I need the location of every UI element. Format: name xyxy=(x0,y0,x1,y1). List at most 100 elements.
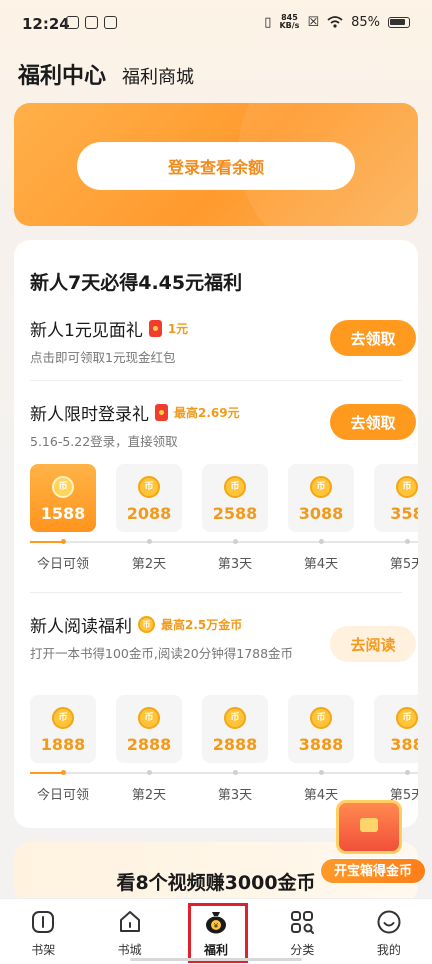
task-reading-welfare: 新人阅读福利 币 最高2.5万金币 打开一本书得100金币,阅读20分钟得178… xyxy=(30,612,310,663)
red-packet-icon xyxy=(155,404,168,421)
wifi-icon xyxy=(327,16,343,28)
coin-icon: 币 xyxy=(396,476,418,498)
login-banner: 登录查看余额 xyxy=(14,103,418,226)
status-time: 12:24 xyxy=(22,15,70,33)
task-reading-tag: 最高2.5万金币 xyxy=(161,618,243,632)
coin-icon: 币 xyxy=(224,707,246,729)
chest-lock-icon xyxy=(360,818,378,832)
tab-bookstore-label: 书城 xyxy=(117,943,142,957)
profile-smile-icon xyxy=(377,910,401,934)
progress-dot xyxy=(405,539,410,544)
reading-day-amount: 388 xyxy=(390,735,418,754)
net-speed-unit: KB/s xyxy=(279,21,300,30)
claim-newbie-gift-button[interactable]: 去领取 xyxy=(330,320,416,356)
x-icon: ☒ xyxy=(307,14,320,30)
claim-login-gift-button[interactable]: 去领取 xyxy=(330,404,416,440)
reading-day-box[interactable]: 币 1888 xyxy=(30,695,96,763)
tab-welfare[interactable]: ¥ 福利 xyxy=(173,899,259,964)
red-packet-icon xyxy=(148,320,162,337)
coin-icon: 币 xyxy=(396,707,418,729)
day-label: 第2天 xyxy=(131,557,167,572)
reading-day-box[interactable]: 币 388 xyxy=(374,695,418,763)
bottom-tab-bar: 书架 书城 ¥ 福利 分类 我的 xyxy=(0,898,432,964)
tab-profile[interactable]: 我的 xyxy=(346,899,432,964)
day-label: 今日可领 xyxy=(36,557,89,572)
svg-text:¥: ¥ xyxy=(214,922,219,930)
divider xyxy=(30,380,402,381)
task-reading-desc: 打开一本书得100金币,阅读20分钟得1788金币 xyxy=(30,646,294,661)
reading-day-box[interactable]: 币 2888 xyxy=(202,695,268,763)
progress-dot xyxy=(61,770,66,775)
tab-profile-label: 我的 xyxy=(376,943,401,957)
day-label: 第4天 xyxy=(303,557,339,572)
coin-icon: 币 xyxy=(138,616,155,633)
battery-percent: 85% xyxy=(351,14,380,30)
progress-dot xyxy=(147,539,152,544)
login-day-box[interactable]: 币 358 xyxy=(374,464,418,532)
category-grid-icon xyxy=(291,911,315,934)
home-indicator xyxy=(130,958,302,961)
tab-category[interactable]: 分类 xyxy=(259,899,345,964)
welfare-card-title: 新人7天必得4.45元福利 xyxy=(30,272,243,294)
coin-icon: 币 xyxy=(310,707,332,729)
tab-bookstore[interactable]: 书城 xyxy=(86,899,172,964)
login-day-amount: 358 xyxy=(390,504,418,523)
treasure-chest-label: 开宝箱得金币 xyxy=(320,858,426,884)
login-day-box[interactable]: 币 1588 xyxy=(30,464,96,532)
tab-welfare-mall[interactable]: 福利商城 xyxy=(122,63,194,89)
login-view-balance-button[interactable]: 登录查看余额 xyxy=(77,142,355,190)
tab-category-label: 分类 xyxy=(290,943,315,957)
task-reading-name: 新人阅读福利 币 最高2.5万金币 xyxy=(30,612,310,637)
wechat-notification-icon xyxy=(104,16,117,29)
progress-dot xyxy=(233,770,238,775)
tab-bookshelf-label: 书架 xyxy=(31,943,56,957)
status-right: ▯ 845 KB/s ☒ 85% xyxy=(264,14,410,30)
tab-bookshelf[interactable]: 书架 xyxy=(0,899,86,964)
progress-dot xyxy=(233,539,238,544)
login-day-row: 币 1588 币 2088 币 2588 币 3088 币 358 xyxy=(30,464,418,532)
task-login-gift-tag: 最高2.69元 xyxy=(174,406,240,420)
tab-welfare-center[interactable]: 福利中心 xyxy=(18,58,106,90)
day-label: 今日可领 xyxy=(36,788,89,803)
vibrate-icon: ▯ xyxy=(264,14,272,30)
coin-icon: 币 xyxy=(224,476,246,498)
bookshelf-icon xyxy=(32,911,55,933)
day-label: 第2天 xyxy=(131,788,167,803)
login-day-amount: 2088 xyxy=(126,504,172,523)
progress-dot xyxy=(147,770,152,775)
top-nav: 福利中心 福利商城 xyxy=(18,58,194,90)
reading-day-amount: 2888 xyxy=(212,735,258,754)
login-day-box[interactable]: 币 2588 xyxy=(202,464,268,532)
login-day-box[interactable]: 币 2088 xyxy=(116,464,182,532)
coin-icon: 币 xyxy=(138,707,160,729)
reading-progress-track xyxy=(30,770,418,775)
progress-dot xyxy=(405,770,410,775)
reading-day-box[interactable]: 币 3888 xyxy=(288,695,354,763)
battery-icon xyxy=(388,16,410,28)
login-day-amount: 3088 xyxy=(298,504,344,523)
link-notification-icon xyxy=(85,16,98,29)
login-day-amount: 1588 xyxy=(40,504,86,523)
progress-dot xyxy=(319,770,324,775)
app-notification-icon xyxy=(66,16,79,29)
money-bag-icon: ¥ xyxy=(206,912,227,934)
go-read-button[interactable]: 去阅读 xyxy=(330,626,416,662)
treasure-chest-widget[interactable]: 开宝箱得金币 xyxy=(320,792,426,884)
reading-day-box[interactable]: 币 2888 xyxy=(116,695,182,763)
task-newbie-gift-tag: 1元 xyxy=(167,322,189,336)
login-day-labels: 今日可领 第2天 第3天 第4天 第5天 xyxy=(30,553,418,572)
reading-day-amount: 3888 xyxy=(298,735,344,754)
bookstore-home-icon xyxy=(119,911,140,932)
login-day-box[interactable]: 币 3088 xyxy=(288,464,354,532)
task-login-gift-label: 新人限时登录礼 xyxy=(30,405,149,425)
login-day-amount: 2588 xyxy=(212,504,258,523)
day-label: 第5天 xyxy=(389,557,418,572)
tab-welfare-label: 福利 xyxy=(204,943,229,957)
login-progress-fill xyxy=(30,541,63,543)
coin-icon: 币 xyxy=(138,476,160,498)
coin-icon: 币 xyxy=(52,476,74,498)
reading-day-amount: 2888 xyxy=(126,735,172,754)
day-label: 第3天 xyxy=(217,788,253,803)
divider xyxy=(30,592,402,593)
progress-dot xyxy=(319,539,324,544)
